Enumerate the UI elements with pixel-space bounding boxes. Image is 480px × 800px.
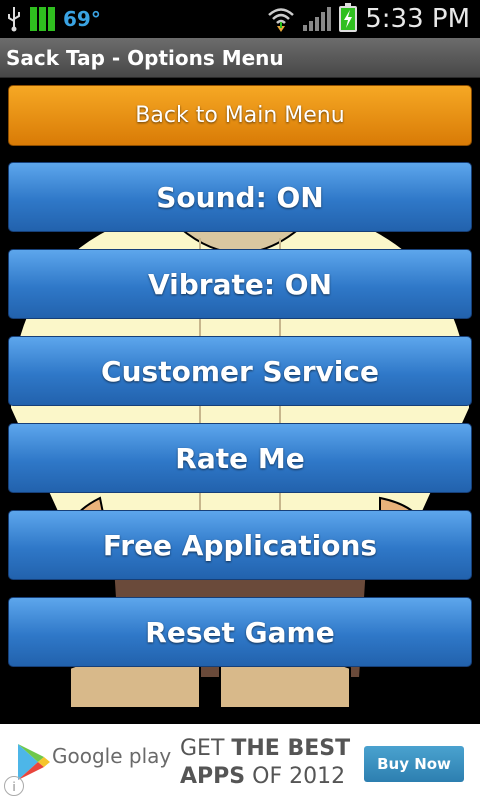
google-play-icon [18, 744, 50, 780]
clock-text: 5:33 PM [365, 4, 470, 34]
back-to-main-menu-button[interactable]: Back to Main Menu [8, 85, 472, 146]
ad-headline-line2: APPS OF 2012 [180, 764, 345, 789]
back-to-main-menu-label: Back to Main Menu [135, 103, 345, 128]
status-bar: 69° 5:33 PM [0, 0, 480, 38]
wifi-icon [268, 8, 295, 32]
ad-headline-line1: GET THE BEST [180, 736, 350, 761]
rate-me-label: Rate Me [175, 441, 305, 475]
buy-now-button[interactable]: Buy Now [364, 746, 464, 782]
customer-service-button[interactable]: Customer Service [8, 336, 472, 406]
customer-service-label: Customer Service [101, 354, 379, 388]
free-applications-button[interactable]: Free Applications [8, 510, 472, 580]
free-applications-label: Free Applications [102, 528, 378, 562]
reset-game-button[interactable]: Reset Game [8, 597, 472, 667]
google-play-text: Google play [52, 744, 172, 768]
sound-toggle-button[interactable]: Sound: ON [8, 162, 472, 232]
ad-apps-text: APPS [180, 764, 246, 789]
app-title: Sack Tap - Options Menu [6, 46, 284, 70]
sd-card-bars-icon [30, 7, 55, 31]
reset-game-label: Reset Game [145, 615, 335, 649]
temperature-text: 69° [63, 7, 101, 31]
ad-get-text: GET [180, 736, 225, 761]
sound-toggle-label: Sound: ON [156, 180, 324, 214]
app-title-bar: Sack Tap - Options Menu [0, 38, 480, 78]
ad-banner[interactable]: Google play GET THE BEST APPS OF 2012 Bu… [0, 724, 480, 800]
ad-the-best-text: THE BEST [231, 736, 351, 761]
buy-now-label: Buy Now [377, 755, 451, 773]
ad-of-2012-text: OF 2012 [252, 764, 346, 789]
signal-icon [303, 7, 332, 31]
battery-charging-icon [339, 3, 358, 32]
vibrate-toggle-label: Vibrate: ON [147, 267, 333, 301]
info-icon[interactable]: i [4, 776, 24, 796]
vibrate-toggle-button[interactable]: Vibrate: ON [8, 249, 472, 319]
rate-me-button[interactable]: Rate Me [8, 423, 472, 493]
usb-icon [8, 7, 20, 32]
